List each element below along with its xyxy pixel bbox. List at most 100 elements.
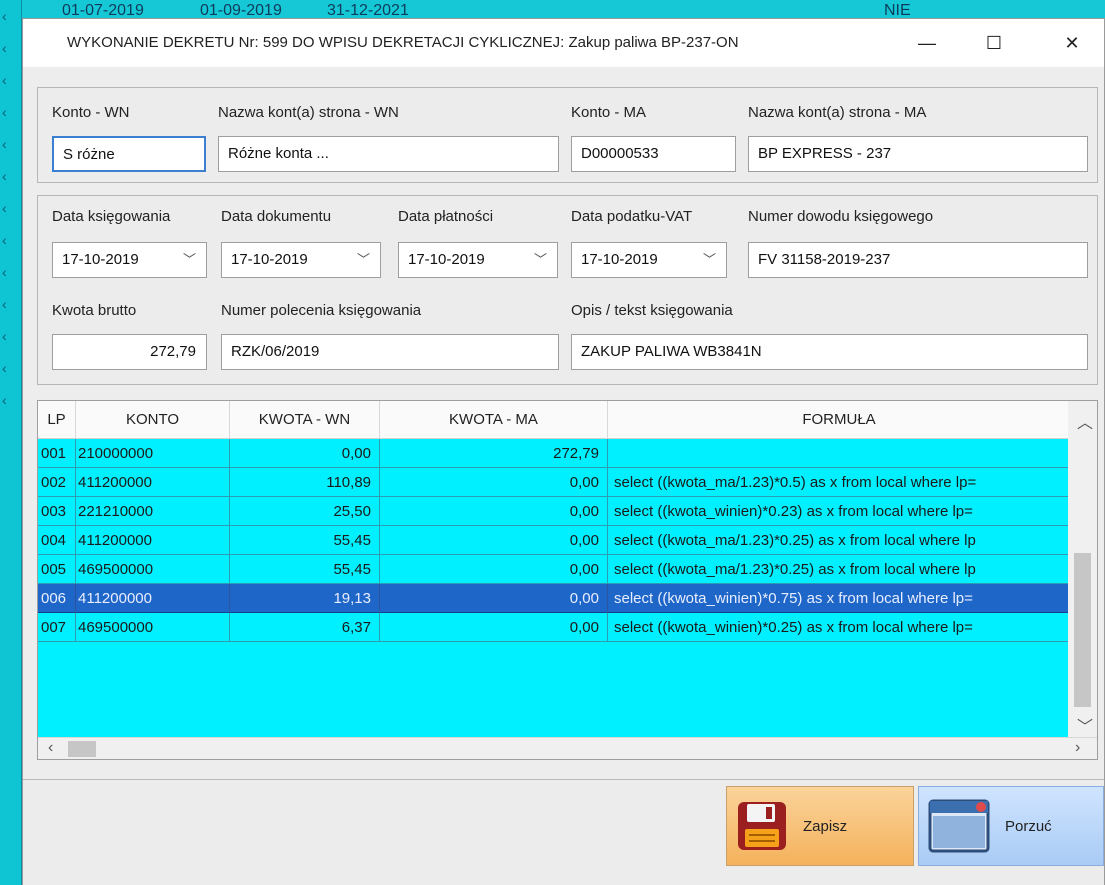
nazwa-ma-field[interactable]: BP EXPRESS - 237 [748,136,1088,172]
cell-kwota-ma: 272,79 [380,439,608,468]
row-marker-icon: ‹ [2,72,7,88]
chevron-down-icon: ﹀ [533,252,547,267]
cell-lp: 001 [38,439,76,468]
cancel-button[interactable]: Porzuć [918,786,1104,866]
window-close-icon [928,799,990,853]
kwota-brutto-field[interactable]: 272,79 [52,334,207,370]
row-marker-icon: ‹ [2,168,7,184]
posting-lines-grid[interactable]: LP KONTO KWOTA - WN KWOTA - MA FORMUŁA 0… [37,400,1098,760]
dialog-footer: Zapisz Porzuć [23,779,1104,885]
cell-konto: 221210000 [76,497,230,526]
table-row[interactable]: 003 221210000 25,50 0,00 select ((kwota_… [38,497,1070,526]
accounts-panel: Konto - WN Nazwa kont(a) strona - WN Kon… [37,87,1098,183]
cell-kwota-ma: 0,00 [380,526,608,555]
data-platnosci-value: 17-10-2019 [408,251,485,268]
column-header-lp[interactable]: LP [38,401,76,439]
cancel-button-label: Porzuć [1005,817,1052,835]
column-header-kwota-ma[interactable]: KWOTA - MA [380,401,608,439]
table-row[interactable]: 005 469500000 55,45 0,00 select ((kwota_… [38,555,1070,584]
row-marker-icon: ‹ [2,136,7,152]
cell-kwota-ma: 0,00 [380,468,608,497]
maximize-button[interactable]: ☐ [965,25,1023,61]
table-row[interactable]: 002 411200000 110,89 0,00 select ((kwota… [38,468,1070,497]
row-marker-icon: ‹ [2,264,7,280]
cell-formula: select ((kwota_winien)*0.75) as x from l… [614,590,973,607]
data-ksiegowania-select[interactable]: 17-10-2019 ﹀ [52,242,207,278]
minimize-icon: — [918,32,936,53]
cell-kwota-wn: 55,45 [230,526,380,555]
cell-konto: 210000000 [76,439,230,468]
vertical-scrollbar[interactable]: ︿ ﹀ [1068,401,1097,739]
table-row[interactable]: 007 469500000 6,37 0,00 select ((kwota_w… [38,613,1070,642]
row-marker-icon: ‹ [2,104,7,120]
konto-wn-field[interactable]: S różne [52,136,206,172]
row-marker-icon: ‹ [2,296,7,312]
row-marker-icon: ‹ [2,232,7,248]
cell-kwota-wn: 25,50 [230,497,380,526]
data-platnosci-label: Data płatności [398,208,494,225]
opis-field[interactable]: ZAKUP PALIWA WB3841N [571,334,1088,370]
row-marker-icon: ‹ [2,360,7,376]
data-dokumentu-label: Data dokumentu [221,208,332,225]
cell-kwota-wn: 0,00 [230,439,380,468]
row-marker-icon: ‹ [2,40,7,56]
konto-wn-label: Konto - WN [52,104,130,121]
nazwa-wn-label: Nazwa kont(a) strona - WN [218,104,399,121]
grid-body: 001 210000000 0,00 272,79 002 411200000 … [38,439,1070,739]
scroll-up-icon[interactable]: ︿ [1077,409,1093,433]
cell-konto: 469500000 [76,555,230,584]
row-marker-icon: ‹ [2,392,7,408]
nazwa-wn-field[interactable]: Różne konta ... [218,136,559,172]
scroll-down-icon[interactable]: ﹀ [1077,713,1093,737]
horizontal-scroll-thumb[interactable] [68,741,96,757]
cell-kwota-ma: 0,00 [380,497,608,526]
table-row[interactable]: 004 411200000 55,45 0,00 select ((kwota_… [38,526,1070,555]
background-row-markers: ‹ ‹ ‹ ‹ ‹ ‹ ‹ ‹ ‹ ‹ ‹ ‹ ‹ [0,0,22,885]
row-marker-icon: ‹ [2,8,7,24]
row-marker-icon: ‹ [2,328,7,344]
konto-ma-field[interactable]: D00000533 [571,136,736,172]
konto-ma-label: Konto - MA [571,104,647,121]
data-dokumentu-select[interactable]: 17-10-2019 ﹀ [221,242,381,278]
cell-formula: select ((kwota_ma/1.23)*0.25) as x from … [614,561,976,578]
chevron-down-icon: ﹀ [356,252,370,267]
scroll-left-icon[interactable]: ‹ [48,739,53,757]
column-header-formula[interactable]: FORMUŁA [608,401,1070,439]
numer-dowodu-label: Numer dowodu księgowego [748,208,934,225]
save-button[interactable]: Zapisz [726,786,914,866]
cell-lp: 005 [38,555,76,584]
dialog-title: WYKONANIE DEKRETU Nr: 599 DO WPISU DEKRE… [67,34,739,51]
maximize-icon: ☐ [985,32,1003,53]
save-button-label: Zapisz [803,817,848,835]
opis-label: Opis / tekst księgowania [571,302,733,319]
cell-kwota-ma: 0,00 [380,555,608,584]
posting-dialog: WYKONANIE DEKRETU Nr: 599 DO WPISU DEKRE… [22,18,1105,885]
data-vat-select[interactable]: 17-10-2019 ﹀ [571,242,727,278]
cell-lp: 002 [38,468,76,497]
data-ksiegowania-value: 17-10-2019 [62,251,139,268]
numer-dowodu-field[interactable]: FV 31158-2019-237 [748,242,1088,278]
cell-kwota-wn: 19,13 [230,584,380,613]
data-platnosci-select[interactable]: 17-10-2019 ﹀ [398,242,558,278]
column-header-konto[interactable]: KONTO [76,401,230,439]
column-header-kwota-wn[interactable]: KWOTA - WN [230,401,380,439]
scroll-right-icon[interactable]: › [1075,739,1080,757]
chevron-down-icon: ﹀ [182,252,196,267]
data-vat-label: Data podatku-VAT [571,208,693,225]
data-dokumentu-value: 17-10-2019 [231,251,308,268]
vertical-scroll-thumb[interactable] [1074,553,1091,707]
grid-header: LP KONTO KWOTA - WN KWOTA - MA FORMUŁA [38,401,1070,439]
cell-formula [608,439,1070,468]
cell-kwota-wn: 55,45 [230,555,380,584]
cell-konto: 411200000 [76,468,230,497]
title-bar: WYKONANIE DEKRETU Nr: 599 DO WPISU DEKRE… [23,19,1104,67]
data-ksiegowania-label: Data księgowania [52,208,171,225]
minimize-button[interactable]: — [898,25,956,61]
cell-kwota-wn: 110,89 [230,468,380,497]
numer-polecenia-field[interactable]: RZK/06/2019 [221,334,559,370]
table-row-selected[interactable]: 006 411200000 19,13 0,00 select ((kwota_… [38,584,1070,613]
close-button[interactable]: ✕ [1043,25,1101,61]
data-vat-value: 17-10-2019 [581,251,658,268]
horizontal-scrollbar[interactable]: ‹ › [38,737,1097,759]
table-row[interactable]: 001 210000000 0,00 272,79 [38,439,1070,468]
